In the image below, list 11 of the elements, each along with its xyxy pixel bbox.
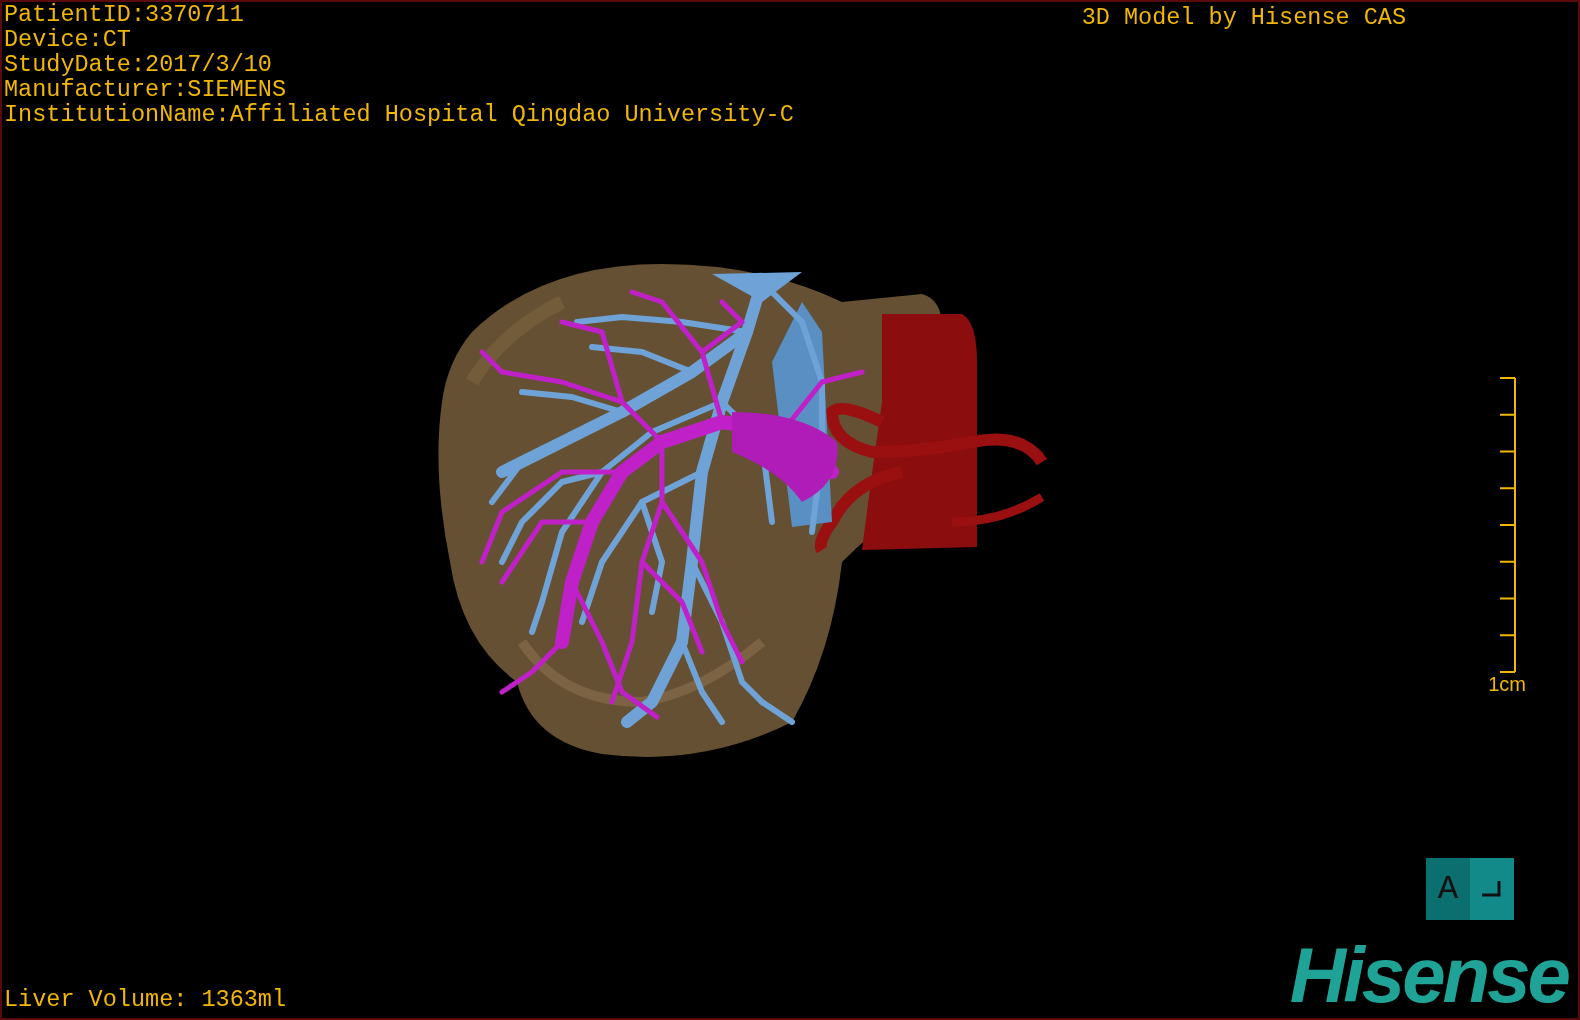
viewer-title: 3D Model by Hisense CAS xyxy=(1081,5,1406,33)
patient-info-text: InstitutionName:Affiliated Hospital Qingdao University-C xyxy=(4,102,794,127)
liver-volume-text: Liver Volume: 1363ml xyxy=(3,987,287,1015)
scale-bar-icon xyxy=(1498,376,1518,673)
scale-bar-label: 1cm xyxy=(1488,672,1526,695)
brand-logo: Hisense xyxy=(1289,940,1570,1018)
patient-info-text: StudyDate:2017/3/10 xyxy=(4,52,273,77)
patient-info-text: PatientID:3370711 xyxy=(4,2,245,27)
corner-icon xyxy=(1482,881,1502,897)
patient-info-text: Manufacturer:SIEMENS xyxy=(4,77,288,102)
patient-info-text: Device:CT xyxy=(4,27,132,52)
